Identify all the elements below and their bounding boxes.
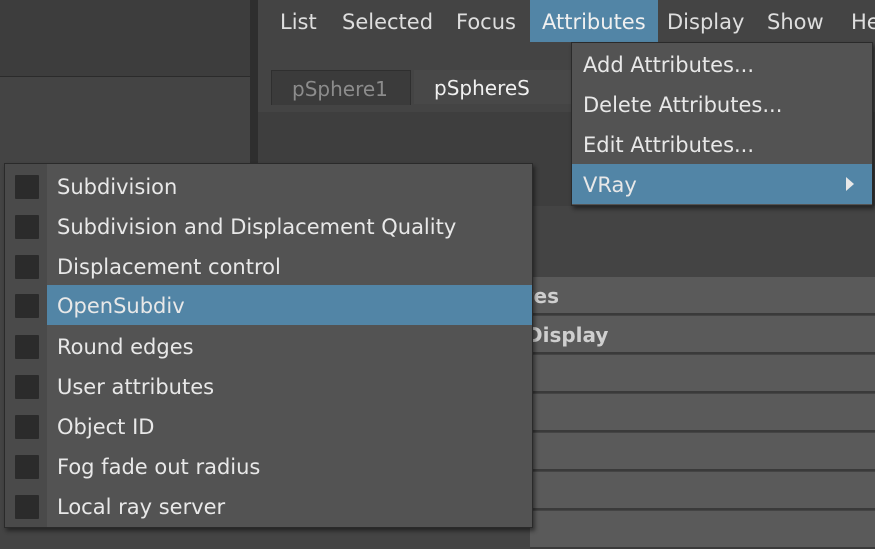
tab-psphere1[interactable]: pSphere1 xyxy=(271,70,411,105)
checkbox[interactable] xyxy=(15,215,39,239)
submenu-item-label: Fog fade out radius xyxy=(57,455,261,479)
checkbox[interactable] xyxy=(15,294,39,318)
submenu-arrow-icon xyxy=(846,177,854,191)
outliner-panel xyxy=(0,77,250,167)
checkbox[interactable] xyxy=(15,335,39,359)
checkbox[interactable] xyxy=(15,495,39,519)
submenu-item-subdivision-displacement-quality[interactable]: Subdivision and Displacement Quality xyxy=(5,206,532,246)
attribute-section-label: Display xyxy=(530,323,609,347)
menu-item-label: VRay xyxy=(583,173,637,197)
menu-attributes[interactable]: Attributes xyxy=(530,0,658,42)
checkbox[interactable] xyxy=(15,175,39,199)
submenu-item-local-ray-server[interactable]: Local ray server xyxy=(5,486,532,526)
menu-show[interactable]: Show xyxy=(755,0,836,42)
attribute-section-header[interactable]: tes xyxy=(530,277,875,315)
menu-item-add-attributes[interactable]: Add Attributes... xyxy=(572,44,872,84)
submenu-item-user-attributes[interactable]: User attributes xyxy=(5,366,532,406)
menu-help[interactable]: He xyxy=(839,0,875,42)
submenu-item-label: Displacement control xyxy=(57,255,281,279)
submenu-item-label: Local ray server xyxy=(57,495,226,519)
attribute-section-header[interactable] xyxy=(530,511,875,549)
attribute-section-header[interactable] xyxy=(530,355,875,393)
menu-item-vray[interactable]: VRay xyxy=(572,164,872,204)
menu-selected[interactable]: Selected xyxy=(330,0,445,42)
menu-display[interactable]: Display xyxy=(655,0,756,42)
submenu-item-label: Subdivision and Displacement Quality xyxy=(57,215,457,239)
checkbox[interactable] xyxy=(15,455,39,479)
attribute-section-header[interactable] xyxy=(530,433,875,471)
submenu-item-label: User attributes xyxy=(57,375,215,399)
menu-item-edit-attributes[interactable]: Edit Attributes... xyxy=(572,124,872,164)
attribute-section-header[interactable] xyxy=(530,472,875,510)
submenu-item-label: Object ID xyxy=(57,415,155,439)
checkbox[interactable] xyxy=(15,415,39,439)
attribute-section-label: tes xyxy=(530,284,560,308)
menu-focus[interactable]: Focus xyxy=(444,0,528,42)
submenu-item-displacement-control[interactable]: Displacement control xyxy=(5,246,532,286)
submenu-item-opensubdiv[interactable]: OpenSubdiv xyxy=(5,285,532,325)
submenu-item-object-id[interactable]: Object ID xyxy=(5,406,532,446)
submenu-item-label: Subdivision xyxy=(57,175,178,199)
menu-item-label: Add Attributes... xyxy=(583,53,755,77)
submenu-item-label: Round edges xyxy=(57,335,194,359)
submenu-item-fog-fade-out-radius[interactable]: Fog fade out radius xyxy=(5,446,532,486)
menu-item-label: Delete Attributes... xyxy=(583,93,783,117)
checkbox[interactable] xyxy=(15,375,39,399)
node-panel xyxy=(530,206,875,276)
outliner-header xyxy=(0,0,250,76)
submenu-item-round-edges[interactable]: Round edges xyxy=(5,326,532,366)
attribute-section-header[interactable] xyxy=(530,394,875,432)
menu-item-delete-attributes[interactable]: Delete Attributes... xyxy=(572,84,872,124)
panel-splitter[interactable] xyxy=(250,0,258,170)
vray-submenu: Subdivision Subdivision and Displacement… xyxy=(4,163,533,528)
attributes-dropdown-menu: Add Attributes... Delete Attributes... E… xyxy=(571,42,873,206)
attribute-section-header[interactable]: Display xyxy=(530,316,875,354)
menu-list[interactable]: List xyxy=(268,0,329,42)
menu-bar: List Selected Focus Attributes Display S… xyxy=(258,0,875,42)
checkbox[interactable] xyxy=(15,255,39,279)
submenu-item-subdivision[interactable]: Subdivision xyxy=(5,166,532,206)
submenu-item-label: OpenSubdiv xyxy=(57,294,185,318)
menu-item-label: Edit Attributes... xyxy=(583,133,755,157)
